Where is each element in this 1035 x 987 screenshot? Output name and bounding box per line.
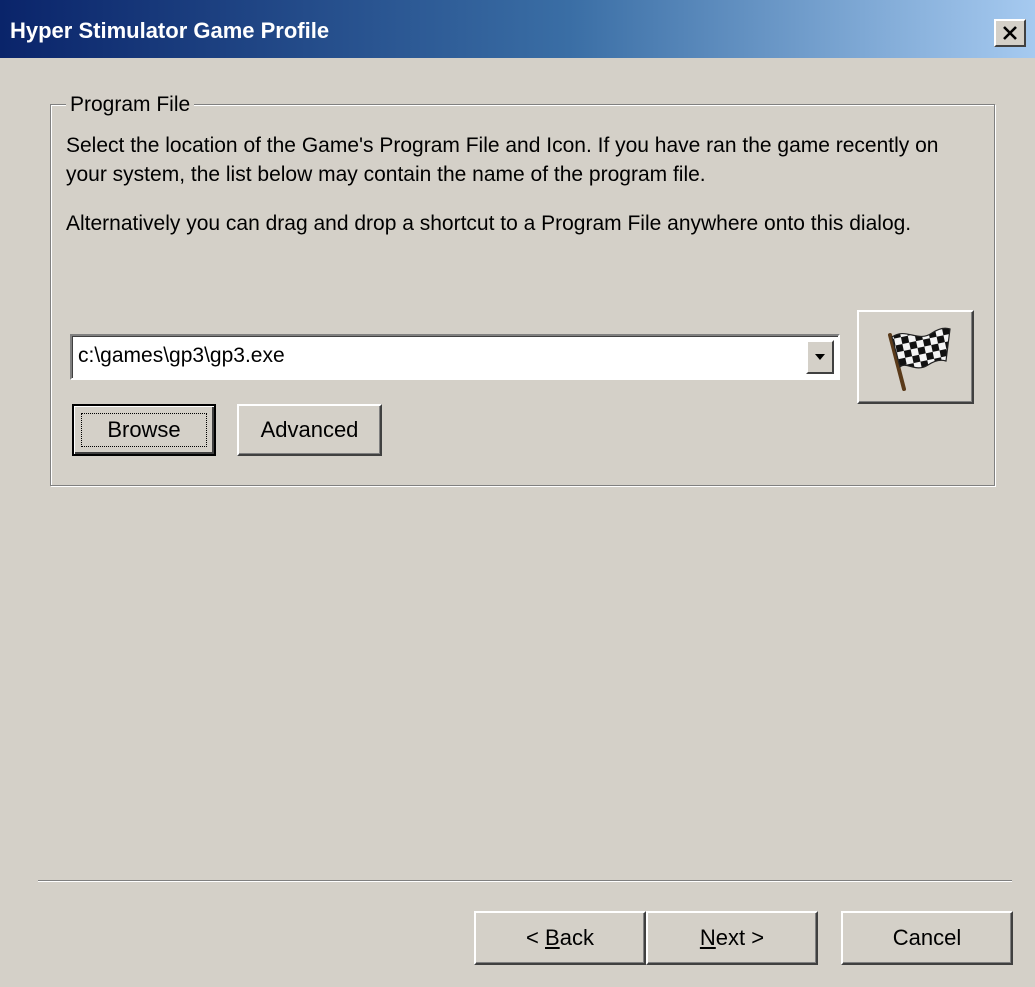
- back-button-label: < Back: [526, 925, 594, 951]
- close-icon: [1003, 26, 1017, 40]
- program-icon-button[interactable]: [857, 310, 974, 404]
- back-hotkey: B: [545, 925, 560, 950]
- chevron-down-icon: [815, 354, 825, 360]
- advanced-button[interactable]: Advanced: [237, 404, 382, 456]
- close-button[interactable]: [994, 19, 1026, 47]
- combobox-dropdown-button[interactable]: [806, 340, 834, 374]
- checkered-flag-icon: [887, 327, 951, 391]
- advanced-button-label: Advanced: [260, 417, 359, 442]
- program-path-combobox[interactable]: c:\games\gp3\gp3.exe: [70, 334, 840, 380]
- groupbox-legend: Program File: [66, 92, 195, 118]
- title-bar[interactable]: Hyper Stimulator Game Profile: [0, 0, 1035, 58]
- cancel-button[interactable]: Cancel: [841, 911, 1013, 965]
- dialog-window: Hyper Stimulator Game Profile Program Fi…: [0, 0, 1035, 987]
- window-title: Hyper Stimulator Game Profile: [10, 18, 330, 43]
- next-button[interactable]: Next >: [646, 911, 818, 965]
- browse-button-label: Browse: [107, 417, 181, 442]
- description-text-1: Select the location of the Game's Progra…: [66, 134, 939, 186]
- back-rest: ack: [559, 925, 594, 950]
- browse-button[interactable]: Browse: [72, 404, 216, 456]
- next-button-label: Next >: [700, 925, 764, 951]
- program-path-value[interactable]: c:\games\gp3\gp3.exe: [78, 344, 285, 368]
- footer-separator: [38, 880, 1012, 882]
- back-prefix: <: [526, 925, 546, 950]
- next-rest: ext >: [715, 925, 765, 950]
- cancel-button-label: Cancel: [892, 925, 962, 950]
- next-hotkey: N: [699, 925, 716, 950]
- back-button[interactable]: < Back: [474, 911, 646, 965]
- description-text-2: Alternatively you can drag and drop a sh…: [66, 212, 912, 235]
